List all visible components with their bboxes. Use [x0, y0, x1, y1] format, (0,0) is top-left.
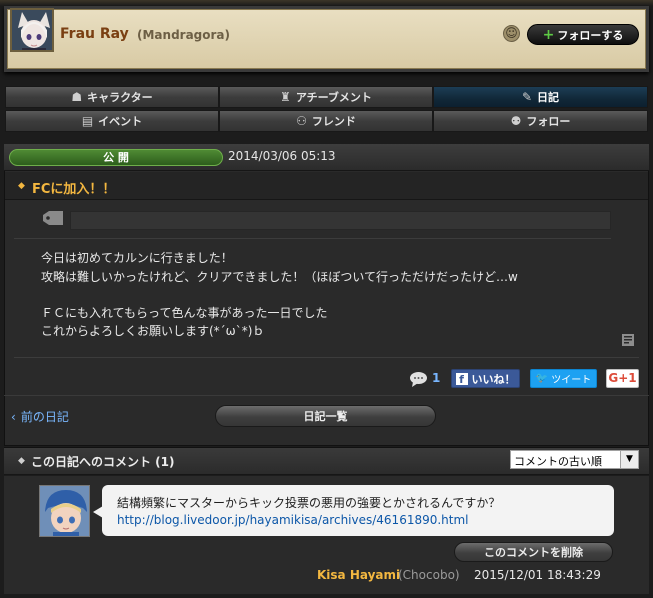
delete-comment-button[interactable]: このコメントを削除 — [454, 542, 613, 562]
entry-body-line: これからよろしくお願いします(*´ω`*)ｂ — [41, 324, 265, 338]
divider — [14, 238, 611, 239]
facebook-icon: f — [455, 372, 468, 386]
comments-title: この日記へのコメント (1) — [31, 455, 175, 469]
tab-friend[interactable]: ⚇ フレンド — [219, 110, 433, 132]
tag-icon — [43, 211, 63, 225]
comment-sort-select[interactable]: コメントの古い順 ▼ — [510, 450, 639, 469]
public-status-badge: 公 開 — [9, 149, 223, 166]
plus-icon: + — [542, 26, 555, 43]
character-avatar[interactable] — [10, 8, 54, 52]
event-icon: ▤ — [81, 114, 94, 128]
commenter-world: (Chocobo) — [398, 568, 460, 582]
diamond-bullet-icon: ◆ — [18, 456, 25, 466]
tab-follow[interactable]: ⚉ フォロー — [433, 110, 648, 132]
chevron-down-icon: ▼ — [620, 451, 638, 468]
facebook-like-button[interactable]: f いいね！ — [451, 369, 520, 388]
tab-achievement[interactable]: ♜ アチーブメント — [219, 86, 433, 108]
comment-count[interactable]: 1 — [432, 371, 440, 385]
tab-label: キャラクター — [87, 91, 153, 104]
report-icon[interactable] — [621, 333, 635, 347]
tab-label: 日記 — [537, 91, 560, 104]
comment-date: 2015/12/01 18:43:29 — [474, 568, 601, 582]
friend-icon: ⚇ — [296, 114, 307, 128]
tab-diary[interactable]: ✎ 日記 — [433, 86, 648, 108]
entry-body-line: 攻略は難しいかったけれど、クリアできました！（ほぼついて行っただけだったけど…w — [41, 270, 518, 284]
entry-date: 2014/03/06 05:13 — [228, 149, 336, 163]
comment-link[interactable]: http://blog.livedoor.jp/hayamikisa/archi… — [117, 513, 469, 527]
follow-button[interactable]: + フォローする — [527, 24, 639, 45]
smile-icon[interactable]: ☺ — [503, 25, 520, 42]
character-icon: ☗ — [71, 90, 83, 104]
tab-event[interactable]: ▤ イベント — [5, 110, 219, 132]
tab-character[interactable]: ☗ キャラクター — [5, 86, 219, 108]
chevron-left-icon: ‹ — [11, 409, 16, 424]
entry-body-line: 今日は初めてカルンに行きました！ — [41, 251, 233, 265]
tweet-label: ツイート — [551, 375, 592, 386]
comment-text: 結構頻繁にマスターからキック投票の悪用の強要とかされるんですか？ — [117, 496, 501, 510]
tab-label: フォロー — [526, 115, 571, 128]
achievement-icon: ♜ — [280, 90, 291, 104]
tweet-button[interactable]: 🐦 ツイート — [530, 369, 597, 388]
tag-list — [70, 211, 611, 230]
tab-label: イベント — [98, 115, 143, 128]
diary-list-button[interactable]: 日記一覧 — [215, 405, 436, 427]
commenter-avatar[interactable] — [39, 485, 90, 537]
tab-label: アチーブメント — [295, 91, 372, 104]
character-world: (Mandragora) — [137, 28, 231, 42]
google-plus-button[interactable]: G+1 — [606, 369, 639, 388]
entry-body-line: ＦＣにも入れてもらって色んな事があった一日でした — [41, 306, 328, 320]
diary-icon: ✎ — [521, 90, 533, 104]
like-label: いいね！ — [471, 372, 516, 386]
character-name[interactable]: Frau Ray — [60, 26, 129, 42]
comment-bubble-icon[interactable] — [409, 371, 428, 387]
divider — [14, 357, 639, 358]
diamond-bullet-icon: ◆ — [18, 181, 25, 191]
divider — [4, 395, 649, 396]
sort-value: コメントの古い順 — [514, 455, 602, 468]
previous-entry-label: 前の日記 — [20, 410, 69, 424]
tab-label: フレンド — [311, 115, 356, 128]
follow-button-label: フォローする — [557, 28, 624, 42]
entry-title: FCに加入！！ — [32, 182, 116, 197]
follow-icon: ⚉ — [510, 114, 522, 128]
twitter-bird-icon: 🐦 — [535, 373, 549, 384]
commenter-name[interactable]: Kisa Hayami — [317, 568, 400, 582]
previous-entry-link[interactable]: ‹ 前の日記 — [11, 408, 69, 425]
